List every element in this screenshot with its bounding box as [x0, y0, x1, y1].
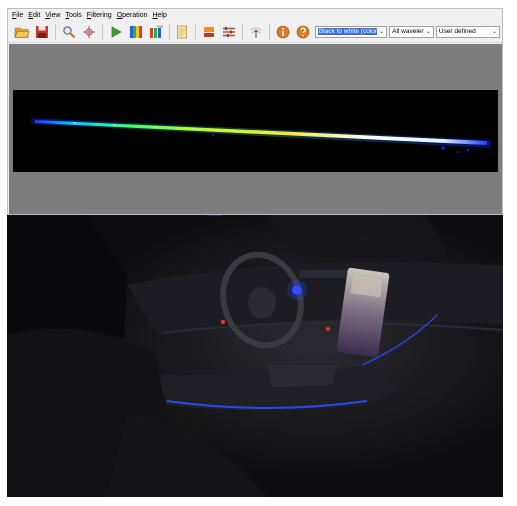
svg-text:RGB: RGB	[157, 25, 163, 29]
sliders-icon[interactable]	[221, 24, 237, 40]
toolbar-separator	[242, 23, 244, 40]
range-select-value: User defined	[438, 28, 476, 35]
luminance-heatmap-image	[13, 90, 498, 172]
toolbar-separator	[269, 23, 270, 40]
menu-view[interactable]: View	[45, 12, 60, 19]
toolbar-separator	[55, 23, 56, 40]
menu-help[interactable]: Help	[152, 12, 166, 19]
car-interior-photo	[7, 215, 503, 497]
signal-icon[interactable]	[248, 24, 264, 40]
document-icon[interactable]	[174, 24, 190, 40]
help-icon[interactable]	[295, 24, 311, 40]
menu-filtering[interactable]: Filtering	[87, 12, 112, 19]
menu-edit[interactable]: Edit	[28, 12, 40, 19]
toolbar-separator	[168, 23, 170, 40]
menu-bar: File Edit View Tools Filtering Operation…	[8, 9, 502, 21]
save-icon[interactable]	[34, 24, 50, 40]
image-viewport[interactable]	[9, 44, 502, 214]
open-folder-icon[interactable]	[14, 24, 30, 40]
toolbar-separator	[195, 23, 197, 40]
rgb-icon[interactable]: RGB	[148, 24, 164, 40]
chevron-down-icon: ⌄	[492, 29, 498, 35]
car-interior-illustration	[7, 215, 503, 497]
magnifier-icon[interactable]	[61, 24, 77, 40]
toolbar-separator	[101, 23, 103, 40]
play-icon[interactable]	[108, 24, 124, 40]
chevron-down-icon: ⌄	[425, 29, 431, 35]
wavelength-select-value: All wavelengths	[392, 28, 424, 35]
spectrum-icon[interactable]	[128, 24, 144, 40]
toolbar: RGB Black to white (color) ⌄ All wavele	[8, 21, 502, 43]
heatmap-lightstrip-graphic	[31, 118, 491, 153]
analysis-app-window: File Edit View Tools Filtering Operation…	[7, 8, 503, 215]
menu-operation[interactable]: Operation	[117, 12, 148, 19]
wavelength-select[interactable]: All wavelengths ⌄	[389, 25, 434, 38]
colormap-select[interactable]: Black to white (color) ⌄	[314, 25, 388, 38]
layers-icon[interactable]	[201, 24, 217, 40]
menu-file[interactable]: File	[12, 12, 23, 19]
menu-tools[interactable]: Tools	[65, 12, 81, 19]
range-select[interactable]: User defined ⌄	[435, 25, 501, 38]
chevron-down-icon: ⌄	[379, 29, 385, 35]
crosshair-icon[interactable]	[81, 24, 97, 40]
info-icon[interactable]	[275, 24, 291, 40]
colormap-select-value: Black to white (color)	[317, 28, 378, 35]
